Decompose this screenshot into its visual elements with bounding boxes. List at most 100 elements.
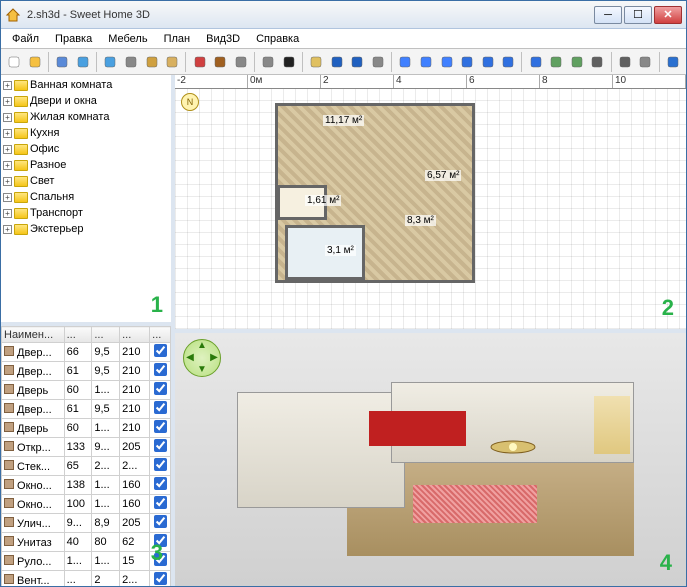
cell-visible[interactable] (150, 571, 171, 587)
nav-up-icon[interactable]: ▲ (196, 340, 208, 352)
create-dimensions-button[interactable] (369, 52, 388, 72)
select-button[interactable] (279, 52, 298, 72)
open-button[interactable] (26, 52, 45, 72)
zoom-out-button[interactable] (437, 52, 456, 72)
table-row[interactable]: Дверь601...210 (2, 419, 171, 438)
visibility-checkbox[interactable] (154, 382, 167, 395)
cell-visible[interactable] (150, 400, 171, 419)
minimize-button[interactable]: ─ (594, 6, 622, 24)
table-row[interactable]: Дверь601...210 (2, 381, 171, 400)
catalog-category[interactable]: +Жилая комната (3, 109, 169, 125)
cut-button[interactable] (122, 52, 141, 72)
catalog-category[interactable]: +Ванная комната (3, 77, 169, 93)
cell-visible[interactable] (150, 381, 171, 400)
table-header[interactable]: Наимен... (2, 327, 65, 343)
table-row[interactable]: Стек...652...2... (2, 457, 171, 476)
cell-visible[interactable] (150, 419, 171, 438)
table-row[interactable]: Окно...1381...160 (2, 476, 171, 495)
photo-button[interactable] (588, 52, 607, 72)
magnifier-minus-button[interactable] (568, 52, 587, 72)
bold-button[interactable] (526, 52, 545, 72)
close-button[interactable]: ✕ (654, 6, 682, 24)
copy-button[interactable] (142, 52, 161, 72)
expand-icon[interactable]: + (3, 113, 12, 122)
menu-вид3d[interactable]: Вид3D (199, 31, 247, 47)
expand-icon[interactable]: + (3, 193, 12, 202)
catalog-category[interactable]: +Офис (3, 141, 169, 157)
video-button[interactable] (616, 52, 635, 72)
undo-button[interactable] (74, 52, 93, 72)
table-row[interactable]: Руло...1...1...15 (2, 552, 171, 571)
maximize-button[interactable]: ☐ (624, 6, 652, 24)
table-row[interactable]: Двер...619,5210 (2, 400, 171, 419)
visibility-checkbox[interactable] (154, 420, 167, 433)
visibility-checkbox[interactable] (154, 572, 167, 585)
nav-3d-widget[interactable]: ▲ ◀ ▶ ▼ (183, 339, 221, 377)
create-walls-button[interactable] (327, 52, 346, 72)
visibility-checkbox[interactable] (154, 515, 167, 528)
table-row[interactable]: Вент......22... (2, 571, 171, 587)
catalog-category[interactable]: +Спальня (3, 189, 169, 205)
expand-icon[interactable]: + (3, 177, 12, 186)
new-button[interactable] (5, 52, 24, 72)
nav-left-icon[interactable]: ◀ (184, 352, 196, 364)
cell-visible[interactable] (150, 476, 171, 495)
expand-icon[interactable]: + (3, 209, 12, 218)
visibility-checkbox[interactable] (154, 439, 167, 452)
catalog-category[interactable]: +Кухня (3, 125, 169, 141)
expand-icon[interactable]: + (3, 129, 12, 138)
text-bigger-button[interactable] (458, 52, 477, 72)
expand-icon[interactable]: + (3, 161, 12, 170)
table-row[interactable]: Двер...669,5210 (2, 343, 171, 362)
italic-button[interactable] (499, 52, 518, 72)
catalog-category[interactable]: +Разное (3, 157, 169, 173)
table-row[interactable]: Окно...1001...160 (2, 495, 171, 514)
table-row[interactable]: Улич...9...8,9205 (2, 514, 171, 533)
table-row[interactable]: Двер...619,5210 (2, 362, 171, 381)
visibility-checkbox[interactable] (154, 363, 167, 376)
delete-button[interactable] (190, 52, 209, 72)
catalog-category[interactable]: +Транспорт (3, 205, 169, 221)
redo-button[interactable] (101, 52, 120, 72)
catalog-category[interactable]: +Экстерьер (3, 221, 169, 237)
menu-справка[interactable]: Справка (249, 31, 306, 47)
expand-icon[interactable]: + (3, 81, 12, 90)
cell-visible[interactable] (150, 438, 171, 457)
cell-visible[interactable] (150, 343, 171, 362)
save-button[interactable] (53, 52, 72, 72)
view-3d[interactable]: ▲ ◀▶ ▼ 4 (175, 333, 686, 587)
preferences-button[interactable] (636, 52, 655, 72)
table-row[interactable]: Унитаз408062 (2, 533, 171, 552)
text-smaller-button[interactable] (478, 52, 497, 72)
visibility-checkbox[interactable] (154, 496, 167, 509)
expand-icon[interactable]: + (3, 225, 12, 234)
cell-visible[interactable] (150, 495, 171, 514)
menu-мебель[interactable]: Мебель (101, 31, 154, 47)
furniture-list-table[interactable]: Наимен............... Двер...669,5210 Дв… (1, 326, 171, 586)
table-header[interactable]: ... (92, 327, 120, 343)
cell-visible[interactable] (150, 362, 171, 381)
add-furniture-button[interactable] (211, 52, 230, 72)
zoom-in-button[interactable] (417, 52, 436, 72)
nav-down-icon[interactable]: ▼ (196, 364, 208, 376)
export-button[interactable] (259, 52, 278, 72)
expand-icon[interactable]: + (3, 97, 12, 106)
expand-icon[interactable]: + (3, 145, 12, 154)
nav-right-icon[interactable]: ▶ (208, 352, 220, 364)
import-button[interactable] (231, 52, 250, 72)
visibility-checkbox[interactable] (154, 401, 167, 414)
pan-button[interactable] (307, 52, 326, 72)
furniture-catalog-tree[interactable]: +Ванная комната+Двери и окна+Жилая комна… (1, 75, 171, 322)
menu-план[interactable]: План (157, 31, 198, 47)
menu-файл[interactable]: Файл (5, 31, 46, 47)
paste-button[interactable] (163, 52, 182, 72)
table-header[interactable]: ... (120, 327, 150, 343)
create-text-button[interactable] (396, 52, 415, 72)
menu-правка[interactable]: Правка (48, 31, 99, 47)
cell-visible[interactable] (150, 457, 171, 476)
create-room-button[interactable] (348, 52, 367, 72)
table-row[interactable]: Откр...1339...205 (2, 438, 171, 457)
visibility-checkbox[interactable] (154, 458, 167, 471)
cell-visible[interactable] (150, 514, 171, 533)
magnifier-plus-button[interactable] (547, 52, 566, 72)
